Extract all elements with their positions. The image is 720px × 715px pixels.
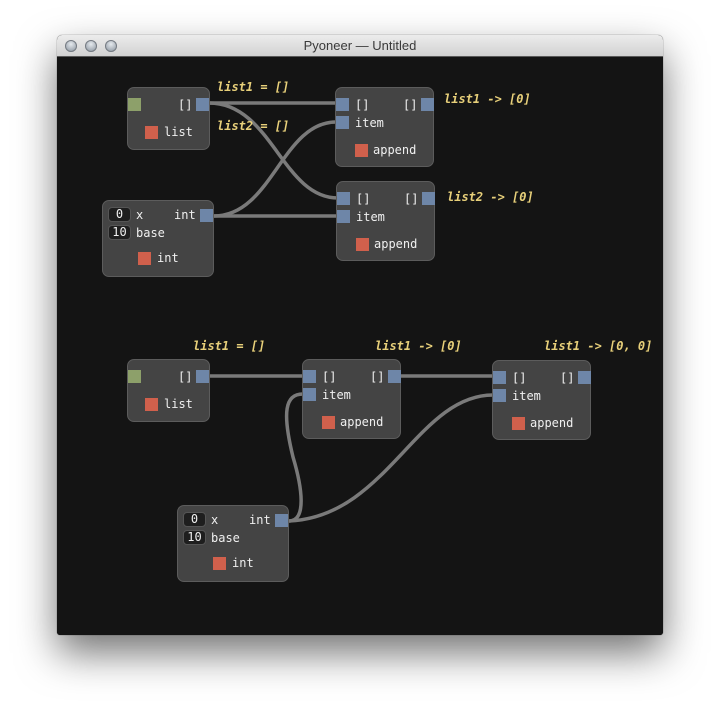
item-label: item xyxy=(512,389,541,403)
node-title: int xyxy=(157,251,179,265)
x-field[interactable]: 0 xyxy=(108,207,131,222)
append-node-3[interactable]: [] [] item append xyxy=(302,359,401,439)
output-label: [] xyxy=(404,192,419,206)
list-node[interactable]: [] list xyxy=(127,87,210,150)
annotation-list2-assign: list2 = [] xyxy=(217,119,290,133)
node-title: list xyxy=(164,397,193,411)
title-bar: Pyoneer — Untitled xyxy=(57,35,663,57)
x-label: x xyxy=(136,208,144,222)
output-label: [] xyxy=(178,370,193,384)
wire-int2-to-g2append1-item xyxy=(284,392,305,523)
list-input-label: [] xyxy=(356,192,371,206)
output-label: [] xyxy=(370,370,385,384)
annotation-list1-assign: list1 = [] xyxy=(217,80,290,94)
base-label: base xyxy=(136,226,165,240)
trigger-button[interactable] xyxy=(145,126,158,139)
graph-canvas[interactable]: [] list 0 x 10 base int int [] [] item a… xyxy=(57,57,663,635)
base-field[interactable]: 10 xyxy=(108,225,131,240)
list-input-label: [] xyxy=(512,371,527,385)
item-input-port[interactable] xyxy=(337,210,350,223)
trigger-in-port[interactable] xyxy=(128,370,141,383)
base-field[interactable]: 10 xyxy=(183,530,206,545)
trigger-button[interactable] xyxy=(355,144,368,157)
list-output-port[interactable] xyxy=(388,370,401,383)
node-title: append xyxy=(374,237,418,251)
annotation-list1-result: list1 -> [0] xyxy=(444,92,531,106)
trigger-button[interactable] xyxy=(322,416,335,429)
output-label: [] xyxy=(403,98,418,112)
wire-list-to-append2-list xyxy=(207,101,340,200)
item-label: item xyxy=(356,210,385,224)
node-title: append xyxy=(530,416,574,430)
list-node-2[interactable]: [] list xyxy=(127,359,210,422)
item-label: item xyxy=(355,116,384,130)
node-title: append xyxy=(373,143,417,157)
app-window: Pyoneer — Untitled [] list 0 x 10 base i… xyxy=(57,35,663,635)
list-output-port[interactable] xyxy=(196,98,209,111)
list-output-port[interactable] xyxy=(578,371,591,384)
list-input-label: [] xyxy=(322,370,337,384)
output-label: int xyxy=(174,208,196,222)
list-input-port[interactable] xyxy=(337,192,350,205)
list-output-port[interactable] xyxy=(422,192,435,205)
x-field[interactable]: 0 xyxy=(183,512,206,527)
append-node-1[interactable]: [] [] item append xyxy=(335,87,434,167)
int-output-port[interactable] xyxy=(275,514,288,527)
annotation-list2-result: list2 -> [0] xyxy=(447,190,534,204)
append-node-2[interactable]: [] [] item append xyxy=(336,181,435,261)
node-title: int xyxy=(232,556,254,570)
item-input-port[interactable] xyxy=(303,388,316,401)
x-label: x xyxy=(211,513,219,527)
int-node[interactable]: 0 x 10 base int int xyxy=(102,200,214,277)
append-node-4[interactable]: [] [] item append xyxy=(492,360,591,440)
list-input-port[interactable] xyxy=(303,370,316,383)
base-label: base xyxy=(211,531,240,545)
annotation-list1-assign-2: list1 = [] xyxy=(193,339,266,353)
list-output-port[interactable] xyxy=(196,370,209,383)
trigger-button[interactable] xyxy=(512,417,525,430)
output-label: int xyxy=(249,513,271,527)
item-input-port[interactable] xyxy=(493,389,506,402)
output-label: [] xyxy=(560,371,575,385)
item-input-port[interactable] xyxy=(336,116,349,129)
wire-int-to-append1-item xyxy=(212,120,338,218)
item-label: item xyxy=(322,388,351,402)
trigger-button[interactable] xyxy=(213,557,226,570)
int-node-2[interactable]: 0 x 10 base int int xyxy=(177,505,289,582)
list-input-port[interactable] xyxy=(493,371,506,384)
trigger-button[interactable] xyxy=(145,398,158,411)
annotation-list1-result-1: list1 -> [0] xyxy=(375,339,462,353)
node-title: append xyxy=(340,415,384,429)
int-output-port[interactable] xyxy=(200,209,213,222)
trigger-in-port[interactable] xyxy=(128,98,141,111)
annotation-list1-result-2: list1 -> [0, 0] xyxy=(544,339,653,353)
list-input-port[interactable] xyxy=(336,98,349,111)
node-title: list xyxy=(164,125,193,139)
output-label: [] xyxy=(178,98,193,112)
window-title: Pyoneer — Untitled xyxy=(303,38,417,53)
trigger-button[interactable] xyxy=(356,238,369,251)
trigger-button[interactable] xyxy=(138,252,151,265)
list-output-port[interactable] xyxy=(421,98,434,111)
list-input-label: [] xyxy=(355,98,370,112)
